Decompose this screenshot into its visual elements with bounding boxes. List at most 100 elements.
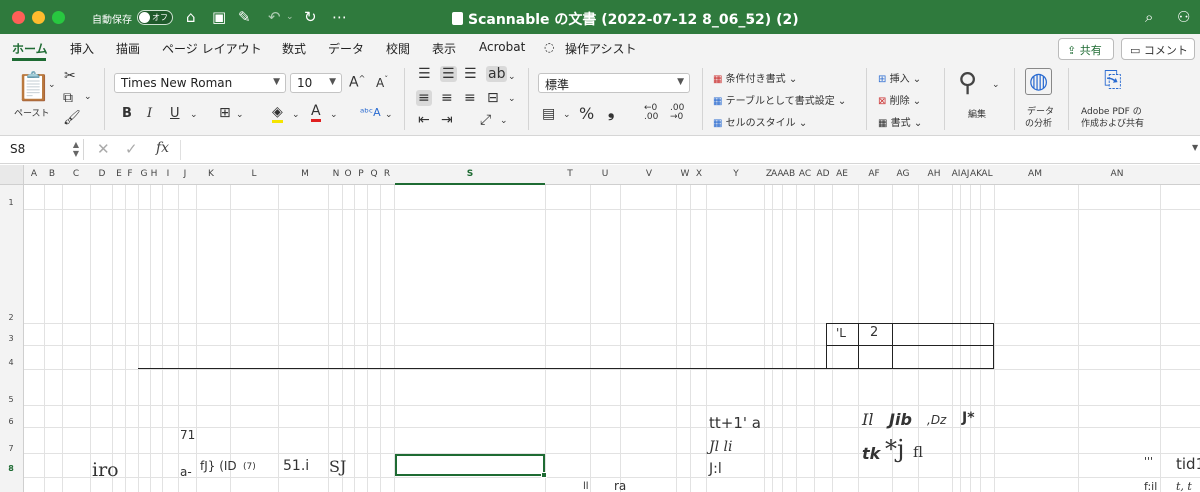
col-header-q[interactable]: Q <box>369 169 379 179</box>
adobe-pdf-icon[interactable]: ⎘ <box>1104 68 1122 93</box>
col-header-i[interactable]: I <box>164 169 172 179</box>
accounting-dropdown-icon[interactable]: ⌄ <box>563 110 571 120</box>
paste-dropdown-icon[interactable]: ⌄ <box>48 80 56 90</box>
cell-a-dash[interactable]: a- <box>180 465 192 479</box>
font-color-icon[interactable]: A <box>311 103 321 122</box>
title-dropdown-icon[interactable]: ⌄ <box>748 11 756 29</box>
cell-styles-button[interactable]: ▦ セルのスタイル ⌄ <box>713 114 807 129</box>
cell-two[interactable]: 2 <box>870 325 878 340</box>
row-header-1[interactable]: 1 <box>0 198 22 207</box>
copy-dropdown-icon[interactable]: ⌄ <box>84 92 92 102</box>
col-header-u[interactable]: U <box>598 169 612 179</box>
col-header-x[interactable]: X <box>693 169 705 179</box>
col-header-w[interactable]: W <box>679 169 691 179</box>
borders-dropdown-icon[interactable]: ⌄ <box>236 110 244 120</box>
align-left-icon[interactable]: ≡ <box>416 90 432 106</box>
document-title[interactable]: Scannable の文書 (2022-07-12 8_06_52) (2) <box>452 9 799 29</box>
tab-draw[interactable]: 描画 <box>116 40 140 57</box>
fill-color-dropdown-icon[interactable]: ⌄ <box>292 110 300 120</box>
selected-cell-s8[interactable] <box>395 454 547 478</box>
col-header-v[interactable]: V <box>642 169 656 179</box>
cell-dz[interactable]: ,Dz <box>927 413 946 427</box>
align-bottom-icon[interactable]: ☰ <box>464 66 477 82</box>
more-icon[interactable]: ⋯ <box>332 8 347 26</box>
col-header-b[interactable]: B <box>46 169 58 179</box>
name-box-stepper-icon[interactable]: ▲ ▼ <box>73 140 79 158</box>
font-name-dropdown[interactable]: Times New Roman ▼ <box>114 73 286 93</box>
confirm-entry-icon[interactable]: ✓ <box>125 140 138 158</box>
format-as-table-button[interactable]: ▦ テーブルとして書式設定 ⌄ <box>713 92 846 107</box>
cut-icon[interactable]: ✂ <box>64 68 76 84</box>
cell-tt1[interactable]: tt+1' a <box>709 414 761 432</box>
col-header-ab[interactable]: AB <box>782 169 796 179</box>
name-box[interactable]: S8 ▲ ▼ <box>4 139 84 160</box>
cell-71[interactable]: 71 <box>180 428 195 442</box>
edit-label[interactable]: 編集 <box>968 107 986 120</box>
insert-function-icon[interactable]: fx <box>156 140 169 156</box>
tab-insert[interactable]: 挿入 <box>70 40 94 57</box>
align-middle-icon[interactable]: ☰ <box>440 66 457 82</box>
col-header-d[interactable]: D <box>96 169 108 179</box>
orientation-icon[interactable]: ⤢ <box>480 112 491 128</box>
row-header-7[interactable]: 7 <box>0 444 22 453</box>
cell-sj[interactable]: SJ <box>329 457 346 476</box>
col-header-n[interactable]: N <box>331 169 341 179</box>
italic-icon[interactable]: I <box>147 106 152 121</box>
cell-jl-li[interactable]: Jl li <box>709 439 733 455</box>
col-header-aj[interactable]: AJ <box>960 169 970 179</box>
cell-seven[interactable]: (7) <box>243 462 256 472</box>
cell-t-t[interactable]: t, t <box>1176 480 1192 492</box>
wrap-text-icon[interactable]: ab <box>486 66 508 82</box>
autosave-toggle[interactable]: オフ <box>137 10 173 25</box>
minimize-window-button[interactable] <box>32 11 45 24</box>
font-size-dropdown[interactable]: 10 ▼ <box>290 73 342 93</box>
borders-icon[interactable]: ⊞ <box>219 105 231 121</box>
expand-formula-icon[interactable]: ▼ <box>1192 143 1198 152</box>
underline-icon[interactable]: U <box>170 106 180 121</box>
share-button[interactable]: ⇪ 共有 <box>1058 38 1114 60</box>
cell-fil[interactable]: f:il <box>1144 480 1157 492</box>
col-header-ad[interactable]: AD <box>816 169 830 179</box>
col-header-a[interactable]: A <box>28 169 40 179</box>
decrease-font-icon[interactable]: Aˇ <box>376 75 388 90</box>
accounting-format-icon[interactable]: ▤ <box>542 106 555 122</box>
col-header-p[interactable]: P <box>356 169 366 179</box>
phonetic-icon[interactable]: ᵃᵇᶜA <box>360 106 381 119</box>
increase-decimal-icon[interactable]: ←0.00 <box>644 104 658 122</box>
cell-51i[interactable]: 51.i <box>283 458 309 474</box>
cell-fl[interactable]: fl <box>913 443 923 461</box>
phonetic-dropdown-icon[interactable]: ⌄ <box>385 110 393 120</box>
row-header-8[interactable]: 8 <box>0 464 22 473</box>
delete-cells-button[interactable]: ⊠ 削除 ⌄ <box>878 92 921 107</box>
cancel-entry-icon[interactable]: ✕ <box>97 140 110 158</box>
orientation-dropdown-icon[interactable]: ⌄ <box>500 116 508 126</box>
col-header-al[interactable]: AL <box>980 169 994 179</box>
align-center-icon[interactable]: ≡ <box>441 90 453 106</box>
col-header-an[interactable]: AN <box>1108 169 1126 179</box>
redo-icon[interactable]: ↻ <box>304 8 317 26</box>
cell-j-l[interactable]: J:l <box>709 461 722 477</box>
increase-indent-icon[interactable]: ⇥ <box>441 112 453 128</box>
cell-tid1[interactable]: tid1 <box>1176 455 1200 473</box>
edit-dropdown-icon[interactable]: ⌄ <box>992 80 1000 90</box>
cell-jstar[interactable]: J* <box>962 410 975 426</box>
search-icon[interactable]: ⌕ <box>1145 8 1153 26</box>
increase-font-icon[interactable]: A^ <box>349 74 365 91</box>
decrease-indent-icon[interactable]: ⇤ <box>418 112 430 128</box>
underline-dropdown-icon[interactable]: ⌄ <box>190 110 198 120</box>
col-header-t[interactable]: T <box>563 169 577 179</box>
number-format-dropdown[interactable]: 標準 ▼ <box>538 73 690 93</box>
zoom-window-button[interactable] <box>52 11 65 24</box>
col-header-s[interactable]: S <box>395 169 545 179</box>
bold-icon[interactable]: B <box>122 106 132 121</box>
col-header-f[interactable]: F <box>125 169 135 179</box>
align-right-icon[interactable]: ≡ <box>464 90 476 106</box>
data-analysis-icon[interactable]: ◍ <box>1025 68 1053 95</box>
paste-icon[interactable]: 📋 <box>16 70 51 103</box>
tab-tell-me[interactable]: 操作アシスト <box>565 40 637 57</box>
undo-icon[interactable]: ↶ <box>268 8 281 26</box>
col-header-ac[interactable]: AC <box>797 169 813 179</box>
font-color-dropdown-icon[interactable]: ⌄ <box>330 110 338 120</box>
cell-tk[interactable]: tk <box>862 444 880 463</box>
save-icon[interactable]: ▣ <box>212 8 226 26</box>
